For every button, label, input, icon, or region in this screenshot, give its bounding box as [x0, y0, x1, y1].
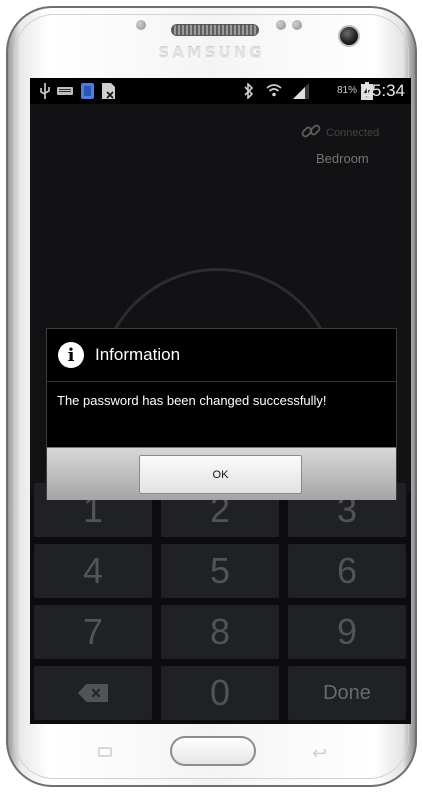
brand-logo: SAMSUNG [158, 44, 265, 62]
info-icon: i [58, 342, 84, 368]
usb-icon [38, 82, 52, 100]
sim-icon [79, 82, 95, 100]
dialog-title: Information [95, 345, 181, 364]
back-softkey-icon[interactable]: ↩ [312, 743, 327, 764]
bluetooth-icon [242, 82, 256, 100]
status-bar: 81% 15:34 [30, 78, 411, 104]
dialog-button-bar: OK [47, 447, 396, 500]
dialog-title-bar: i Information [47, 329, 396, 381]
file-icon [100, 82, 116, 100]
status-time: 15:34 [362, 81, 405, 100]
battery-percent: 81% [337, 85, 358, 96]
earpiece-speaker [171, 24, 259, 36]
wifi-icon [265, 82, 283, 100]
keyboard-icon [56, 82, 74, 100]
light-sensor-left [276, 20, 286, 30]
signal-icon [291, 82, 311, 100]
information-dialog: i Information The password has been chan… [46, 328, 397, 500]
menu-softkey-icon[interactable] [98, 747, 112, 757]
home-button[interactable] [170, 736, 256, 766]
proximity-sensor [136, 20, 146, 30]
dialog-message: The password has been changed successful… [57, 393, 327, 408]
ok-button[interactable]: OK [139, 455, 302, 494]
light-sensor-right [292, 20, 302, 30]
phone-screen: 81% 15:34 Connected Bedroom 1 2 3 4 5 6 … [30, 78, 411, 724]
dialog-divider [47, 381, 396, 382]
